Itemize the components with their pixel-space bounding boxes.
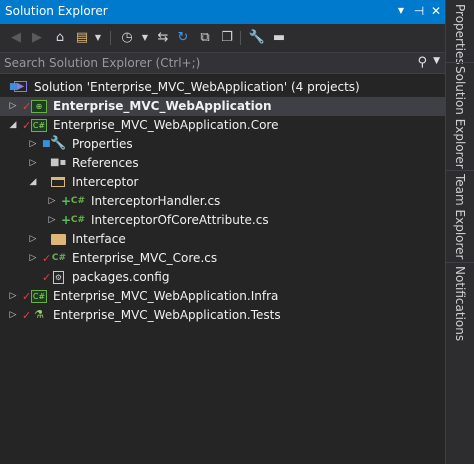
checkmark-icon: ✓ bbox=[22, 100, 32, 113]
expand-arrow-icon[interactable]: ▷ bbox=[28, 230, 38, 249]
tab-label: Notifications bbox=[453, 266, 467, 342]
pin-icon[interactable]: ⊣ bbox=[411, 2, 427, 20]
config-file-icon: ⚙ bbox=[53, 271, 64, 284]
web-project-icon: ⊕ bbox=[31, 100, 47, 113]
toolbar-separator bbox=[240, 31, 241, 45]
wrench-icon: 🔧 bbox=[50, 136, 67, 151]
tree-item-properties[interactable]: ▷ ■ 🔧 Properties bbox=[0, 135, 445, 154]
csharp-file-icon: C# bbox=[70, 196, 86, 206]
tree-item-core-cs[interactable]: ▷ ✓ C# Enterprise_MVC_Core.cs bbox=[0, 249, 445, 268]
checkmark-icon: ✓ bbox=[22, 309, 32, 322]
tree-item-project-tests[interactable]: ▷ ✓ ⚗ Enterprise_MVC_WebApplication.Test… bbox=[0, 306, 445, 325]
home-icon[interactable]: ⌂ bbox=[51, 29, 69, 47]
tab-separator bbox=[446, 62, 474, 63]
tab-properties[interactable]: Properties bbox=[446, 4, 474, 65]
tree-item-interceptor-folder[interactable]: ◢ Interceptor bbox=[0, 173, 445, 192]
tab-label: Team Explorer bbox=[453, 174, 467, 260]
close-icon[interactable]: ✕ bbox=[428, 2, 444, 20]
tab-label: Solution Explorer bbox=[453, 66, 467, 169]
panel-title: Solution Explorer bbox=[5, 4, 108, 18]
expand-arrow-icon[interactable]: ▷ bbox=[28, 154, 38, 173]
tree-item-interceptor-handler[interactable]: ▷ + C# InterceptorHandler.cs bbox=[0, 192, 445, 211]
tree-item-label: packages.config bbox=[72, 270, 170, 284]
tree-item-project-web[interactable]: ▷ ✓ ⊕ Enterprise_MVC_WebApplication bbox=[0, 97, 445, 116]
expand-arrow-icon[interactable]: ▷ bbox=[47, 211, 57, 230]
tree-item-packages-config[interactable]: ✓ ⚙ packages.config bbox=[0, 268, 445, 287]
sync-icon[interactable]: ⇆ bbox=[154, 29, 172, 47]
expand-arrow-icon[interactable]: ▷ bbox=[8, 97, 18, 116]
tree-item-label: InterceptorHandler.cs bbox=[91, 194, 221, 208]
history-icon[interactable]: ◷ bbox=[118, 29, 136, 47]
open-folder-icon bbox=[51, 177, 65, 187]
references-icon: ■▪ bbox=[50, 157, 67, 168]
tree-item-interface-folder[interactable]: ▷ Interface bbox=[0, 230, 445, 249]
tree-item-interceptor-attribute[interactable]: ▷ + C# InterceptorOfCoreAttribute.cs bbox=[0, 211, 445, 230]
expand-arrow-icon[interactable]: ▷ bbox=[8, 287, 18, 306]
tab-notifications[interactable]: Notifications bbox=[446, 266, 474, 342]
tree-item-project-infra[interactable]: ▷ ✓ C# Enterprise_MVC_WebApplication.Inf… bbox=[0, 287, 445, 306]
collapse-all-icon[interactable]: ⧉ bbox=[196, 29, 214, 47]
tree-item-project-core[interactable]: ◢ ✓ C# Enterprise_MVC_WebApplication.Cor… bbox=[0, 116, 445, 135]
preview-icon[interactable]: ▬ bbox=[270, 29, 288, 47]
checkmark-icon: ✓ bbox=[42, 252, 52, 265]
checkmark-icon: ✓ bbox=[22, 290, 32, 303]
tab-team-explorer[interactable]: Team Explorer bbox=[446, 174, 474, 260]
tree-item-label: Solution 'Enterprise_MVC_WebApplication'… bbox=[34, 80, 360, 94]
expand-arrow-icon[interactable]: ▷ bbox=[28, 249, 38, 268]
expand-arrow-icon[interactable]: ▷ bbox=[8, 306, 18, 325]
tree-item-label: Interceptor bbox=[72, 175, 139, 189]
properties-icon[interactable]: 🔧 bbox=[248, 29, 266, 47]
tab-solution-explorer[interactable]: Solution Explorer bbox=[446, 66, 474, 169]
tree-item-references[interactable]: ▷ ■▪ References bbox=[0, 154, 445, 173]
tree-item-label: InterceptorOfCoreAttribute.cs bbox=[91, 213, 269, 227]
csharp-file-icon: C# bbox=[51, 253, 67, 263]
toolbar-separator bbox=[110, 31, 111, 45]
title-bar: Solution Explorer ▼ ⊣ ✕ bbox=[0, 0, 445, 24]
tree-item-label: References bbox=[72, 156, 139, 170]
back-icon[interactable]: ◀ bbox=[7, 29, 25, 47]
csharp-project-icon: C# bbox=[31, 119, 47, 132]
chevron-down-icon[interactable]: ▼ bbox=[89, 29, 107, 47]
csharp-project-icon: C# bbox=[31, 290, 47, 303]
tree-item-label: Enterprise_MVC_Core.cs bbox=[72, 251, 218, 265]
solution-explorer-panel: Solution Explorer ▼ ⊣ ✕ ◀ ▶ ⌂ ▤ ▼ ◷ ▼ ⇆ … bbox=[0, 0, 445, 464]
folder-icon bbox=[51, 234, 66, 245]
search-input[interactable] bbox=[4, 54, 404, 72]
expand-arrow-icon[interactable]: ▷ bbox=[47, 192, 57, 211]
expand-arrow-icon[interactable]: ▷ bbox=[28, 135, 38, 154]
collapse-arrow-icon[interactable]: ◢ bbox=[8, 116, 18, 135]
refresh-icon[interactable]: ↻ bbox=[174, 29, 192, 47]
search-icon[interactable]: ⚲ bbox=[417, 55, 427, 70]
tree-item-label: Properties bbox=[72, 137, 133, 151]
forward-icon[interactable]: ▶ bbox=[28, 29, 46, 47]
tree-item-label: Enterprise_MVC_WebApplication.Infra bbox=[53, 289, 279, 303]
lock-icon: ■ bbox=[9, 82, 18, 92]
window-options-dropdown-icon[interactable]: ▼ bbox=[393, 2, 409, 20]
tree-item-solution[interactable]: ▶ ■ Solution 'Enterprise_MVC_WebApplicat… bbox=[0, 78, 445, 97]
tab-separator bbox=[446, 262, 474, 263]
chevron-down-icon[interactable]: ▼ bbox=[136, 29, 154, 47]
csharp-file-icon: C# bbox=[70, 215, 86, 225]
collapse-arrow-icon[interactable]: ◢ bbox=[28, 173, 38, 192]
show-all-files-icon[interactable]: ❐ bbox=[218, 29, 236, 47]
search-options-dropdown-icon[interactable]: ▼ bbox=[433, 56, 440, 66]
test-project-icon: ⚗ bbox=[34, 308, 44, 321]
tree-item-label: Interface bbox=[72, 232, 126, 246]
tree-item-label: Enterprise_MVC_WebApplication.Tests bbox=[53, 308, 281, 322]
tab-separator bbox=[446, 170, 474, 171]
checkmark-icon: ✓ bbox=[22, 119, 32, 132]
tree-item-label: Enterprise_MVC_WebApplication.Core bbox=[53, 118, 279, 132]
checkmark-icon: ✓ bbox=[42, 271, 52, 284]
tab-label: Properties bbox=[453, 4, 467, 65]
toolbar: ◀ ▶ ⌂ ▤ ▼ ◷ ▼ ⇆ ↻ ⧉ ❐ 🔧 ▬ bbox=[0, 24, 445, 52]
side-tab-strip: Properties Solution Explorer Team Explor… bbox=[445, 0, 474, 464]
tree-item-label: Enterprise_MVC_WebApplication bbox=[53, 99, 272, 113]
search-box: ⚲ ▼ bbox=[0, 52, 445, 74]
